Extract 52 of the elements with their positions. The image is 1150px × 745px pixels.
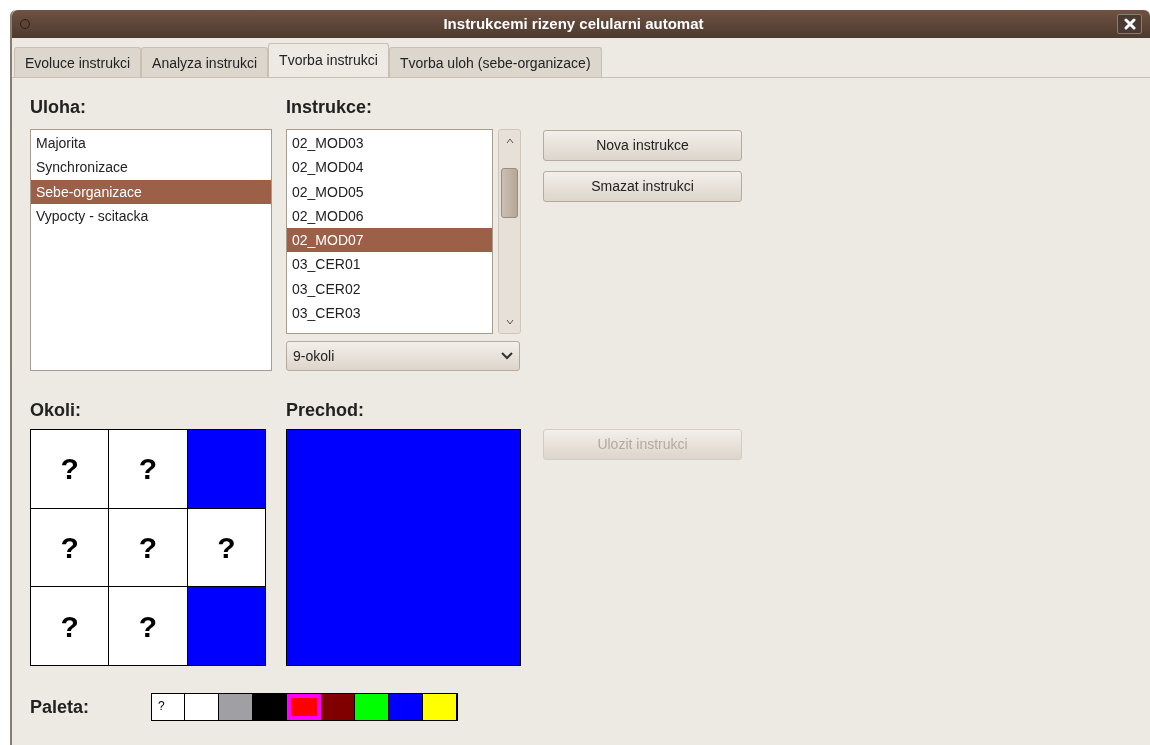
- neighborhood-dropdown[interactable]: 9-okoli: [286, 341, 520, 371]
- palette-swatch[interactable]: [253, 694, 287, 720]
- section-label: Instrukce:: [286, 96, 374, 119]
- grid-cell[interactable]: ?: [109, 508, 188, 588]
- scroll-thumb[interactable]: [501, 168, 518, 218]
- tab[interactable]: Evoluce instrukci: [14, 47, 142, 77]
- grid-cell[interactable]: [187, 430, 266, 509]
- list-item[interactable]: 03_CER01: [287, 252, 492, 277]
- grid-cell[interactable]: ?: [109, 587, 188, 666]
- section-label: Prechod:: [286, 399, 365, 422]
- palette-swatch[interactable]: [185, 694, 219, 720]
- list-item[interactable]: 02_MOD03: [287, 131, 492, 156]
- window-menu-icon[interactable]: [20, 19, 30, 29]
- grid-cell[interactable]: ?: [187, 508, 266, 588]
- action-button[interactable]: Nova instrukce: [543, 130, 742, 161]
- list-item[interactable]: 02_MOD07: [287, 228, 492, 253]
- list-item[interactable]: 02_MOD04: [287, 155, 492, 180]
- list-item[interactable]: Synchronizace: [31, 155, 271, 180]
- list-item[interactable]: Vypocty - scitacka: [31, 203, 271, 229]
- tab[interactable]: Tvorba instrukci: [268, 43, 389, 77]
- list-item[interactable]: Majorita: [31, 131, 271, 156]
- list-item[interactable]: 02_MOD06: [287, 203, 492, 229]
- grid-cell[interactable]: ?: [31, 587, 110, 666]
- palette-swatch[interactable]: [287, 694, 321, 720]
- section-label: Okoli:: [30, 399, 82, 422]
- palette-swatch[interactable]: ?: [152, 694, 185, 720]
- scrollbar[interactable]: [498, 129, 521, 334]
- palette-swatch[interactable]: [219, 694, 253, 720]
- action-button[interactable]: Smazat instrukci: [543, 171, 742, 202]
- list-item[interactable]: 03_CER03: [287, 301, 492, 326]
- grid-cell[interactable]: ?: [31, 508, 110, 588]
- section-label: Uloha:: [30, 96, 87, 119]
- chevron-down-icon: [501, 352, 513, 360]
- grid-cell[interactable]: ?: [109, 430, 188, 509]
- tab[interactable]: Tvorba uloh (sebe-organizace): [388, 47, 602, 77]
- grid-cell[interactable]: [187, 587, 266, 666]
- palette-swatch[interactable]: [423, 694, 457, 720]
- palette-swatch[interactable]: [321, 694, 355, 720]
- scroll-up-icon: [506, 138, 514, 144]
- transition-cell[interactable]: [286, 429, 521, 666]
- close-button[interactable]: [1117, 14, 1142, 34]
- list-item[interactable]: 03_CER02: [287, 276, 492, 302]
- window-title: Instrukcemi rizeny celularni automat: [443, 13, 704, 34]
- grid-cell[interactable]: ?: [31, 430, 110, 509]
- palette-swatch[interactable]: [389, 694, 423, 720]
- tab[interactable]: Analyza instrukci: [141, 47, 269, 77]
- palette-swatch[interactable]: [355, 694, 389, 720]
- list-item[interactable]: 02_MOD05: [287, 179, 492, 204]
- scroll-down-icon: [506, 319, 514, 325]
- list-item[interactable]: Sebe-organizace: [31, 179, 271, 204]
- section-label: Paleta:: [30, 695, 91, 719]
- close-icon: [1123, 18, 1136, 30]
